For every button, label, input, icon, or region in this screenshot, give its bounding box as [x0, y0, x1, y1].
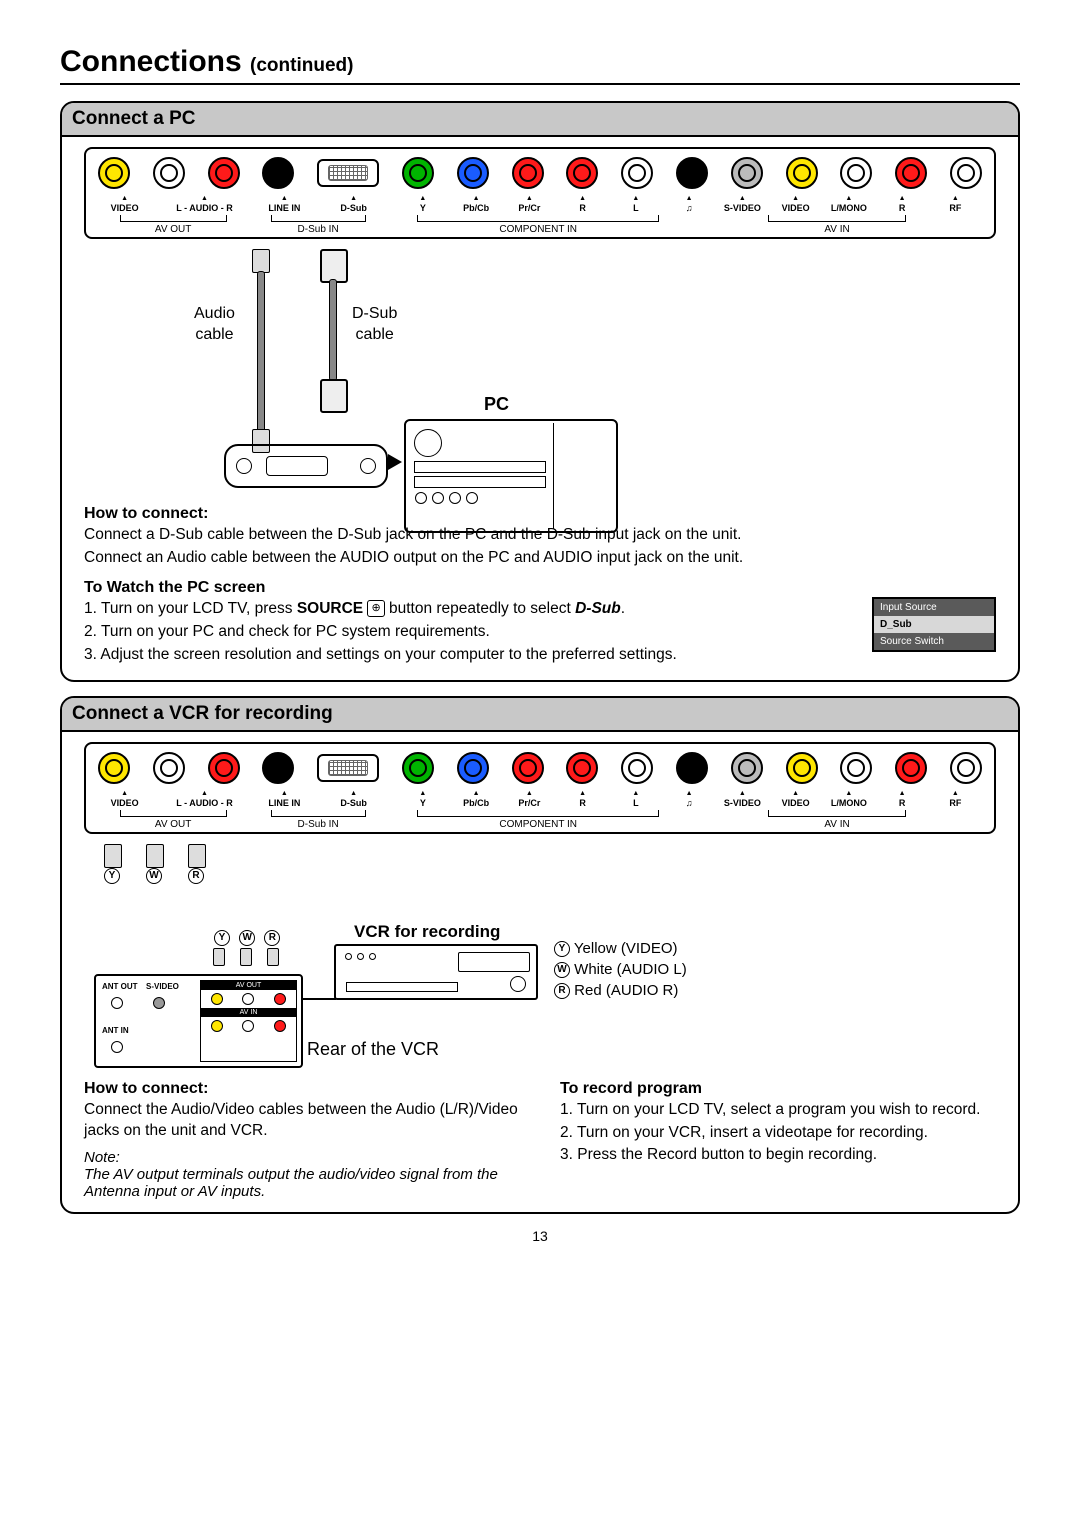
rear-of-vcr-label: Rear of the VCR — [307, 1039, 439, 1060]
vcr-how-h: How to connect: — [84, 1080, 520, 1098]
panel-group-labels: AV OUT D-Sub IN COMPONENT IN AV IN — [98, 810, 982, 830]
leader-arrow-icon — [388, 454, 402, 470]
watch-step-1: 1. Turn on your LCD TV, press SOURCE ⊕ b… — [84, 599, 862, 620]
note-block: Note: The AV output terminals output the… — [84, 1149, 520, 1200]
watch-h: To Watch the PC screen — [84, 579, 996, 597]
jack-video-out — [98, 752, 130, 784]
record-step-1: 1. Turn on your LCD TV, select a program… — [560, 1100, 996, 1121]
panel-group-labels: AV OUT D-Sub IN COMPONENT IN AV IN — [98, 215, 982, 235]
dsub-cable-bottom-icon — [320, 379, 348, 413]
vcr-connection-diagram: Y W R Y W R ANT OUT S-VIDEO ANT IN AV O — [84, 844, 996, 1074]
leader-line-icon — [302, 998, 336, 1000]
rca-r-bottom-icon — [267, 948, 279, 966]
jack-y — [402, 157, 434, 189]
vcr-how-text: Connect the Audio/Video cables between t… — [84, 1100, 520, 1142]
page-number: 13 — [60, 1228, 1020, 1244]
audio-cable-label: Audio cable — [194, 304, 235, 346]
panel-labels: VIDEO L - AUDIO - R LINE IN D-Sub Y Pb/C… — [98, 195, 982, 213]
jack-comp-r — [566, 157, 598, 189]
jack-video-in — [786, 157, 818, 189]
section-connect-vcr: Connect a VCR for recording — [60, 696, 1020, 1215]
jack-dsub — [317, 754, 379, 782]
record-h: To record program — [560, 1080, 996, 1098]
jack-audio-l-out — [153, 157, 185, 189]
note-text: The AV output terminals output the audio… — [84, 1166, 520, 1200]
jack-audio-l-out — [153, 752, 185, 784]
jack-lmono-in — [840, 752, 872, 784]
vcr-rear-panel-icon: ANT OUT S-VIDEO ANT IN AV OUT AV IN — [94, 974, 303, 1068]
source-button-icon: ⊕ — [367, 600, 384, 617]
rca-w-bottom-icon — [240, 948, 252, 966]
dsub-cable-label: D-Sub cable — [352, 304, 397, 346]
jack-comp-l — [621, 752, 653, 784]
jack-svideo — [731, 752, 763, 784]
jack-line-in — [262, 752, 294, 784]
jack-rf — [950, 157, 982, 189]
record-step-2: 2. Turn on your VCR, insert a videotape … — [560, 1123, 996, 1144]
vcr-player-icon — [334, 944, 538, 1000]
jack-pbcb — [457, 157, 489, 189]
section-header-vcr: Connect a VCR for recording — [62, 698, 1018, 732]
watch-step-2: 2. Turn on your PC and check for PC syst… — [84, 622, 862, 643]
jack-pbcb — [457, 752, 489, 784]
jack-line-in — [262, 157, 294, 189]
note-label: Note: — [84, 1149, 520, 1166]
cable-color-legend: Y Yellow (VIDEO) W White (AUDIO L) R Red… — [554, 938, 687, 1001]
dsub-cable-icon — [329, 279, 337, 381]
rca-r-top-icon — [188, 844, 206, 868]
jack-rf — [950, 752, 982, 784]
pc-back-port-panel-icon — [224, 444, 388, 488]
jack-lmono-in — [840, 157, 872, 189]
rear-panel-vcr: VIDEO L - AUDIO - R LINE IN D-Sub Y Pb/C… — [84, 742, 996, 834]
page-title: Connections (continued) — [60, 45, 1020, 79]
jack-video-in — [786, 752, 818, 784]
title-main: Connections — [60, 45, 242, 78]
jack-audio-r-out — [208, 752, 240, 784]
jack-prcr — [512, 752, 544, 784]
title-rule — [60, 83, 1020, 85]
jack-hp — [676, 752, 708, 784]
jack-dsub — [317, 159, 379, 187]
pc-connection-diagram: Audio cable D-Sub cable PC — [84, 249, 996, 499]
how-line-2: Connect an Audio cable between the AUDIO… — [84, 548, 996, 569]
jack-r-in — [895, 752, 927, 784]
input-source-osd: Input Source D_Sub Source Switch — [872, 597, 996, 652]
jack-prcr — [512, 157, 544, 189]
jack-comp-r — [566, 752, 598, 784]
section-connect-pc: Connect a PC — [60, 101, 1020, 682]
dsub-cable-top-icon — [320, 249, 348, 283]
panel-labels: VIDEO L - AUDIO - R LINE IN D-Sub Y Pb/C… — [98, 790, 982, 808]
audio-cable-top-icon — [252, 249, 270, 273]
rear-panel-pc: VIDEO L - AUDIO - R LINE IN D-Sub Y Pb/C… — [84, 147, 996, 239]
watch-step-3: 3. Adjust the screen resolution and sett… — [84, 645, 862, 666]
section-header-pc: Connect a PC — [62, 103, 1018, 137]
rca-w-top-icon — [146, 844, 164, 868]
pc-label: PC — [484, 393, 509, 416]
jack-hp — [676, 157, 708, 189]
jack-audio-r-out — [208, 157, 240, 189]
vcr-label: VCR for recording — [354, 922, 500, 942]
rca-y-bottom-icon — [213, 948, 225, 966]
pc-case-icon — [404, 419, 618, 533]
title-continued: (continued) — [250, 55, 353, 76]
jack-video-out — [98, 157, 130, 189]
jack-svideo — [731, 157, 763, 189]
record-step-3: 3. Press the Record button to begin reco… — [560, 1145, 996, 1166]
jack-comp-l — [621, 157, 653, 189]
jack-r-in — [895, 157, 927, 189]
rca-y-top-icon — [104, 844, 122, 868]
jack-y — [402, 752, 434, 784]
audio-cable-icon — [257, 271, 265, 433]
